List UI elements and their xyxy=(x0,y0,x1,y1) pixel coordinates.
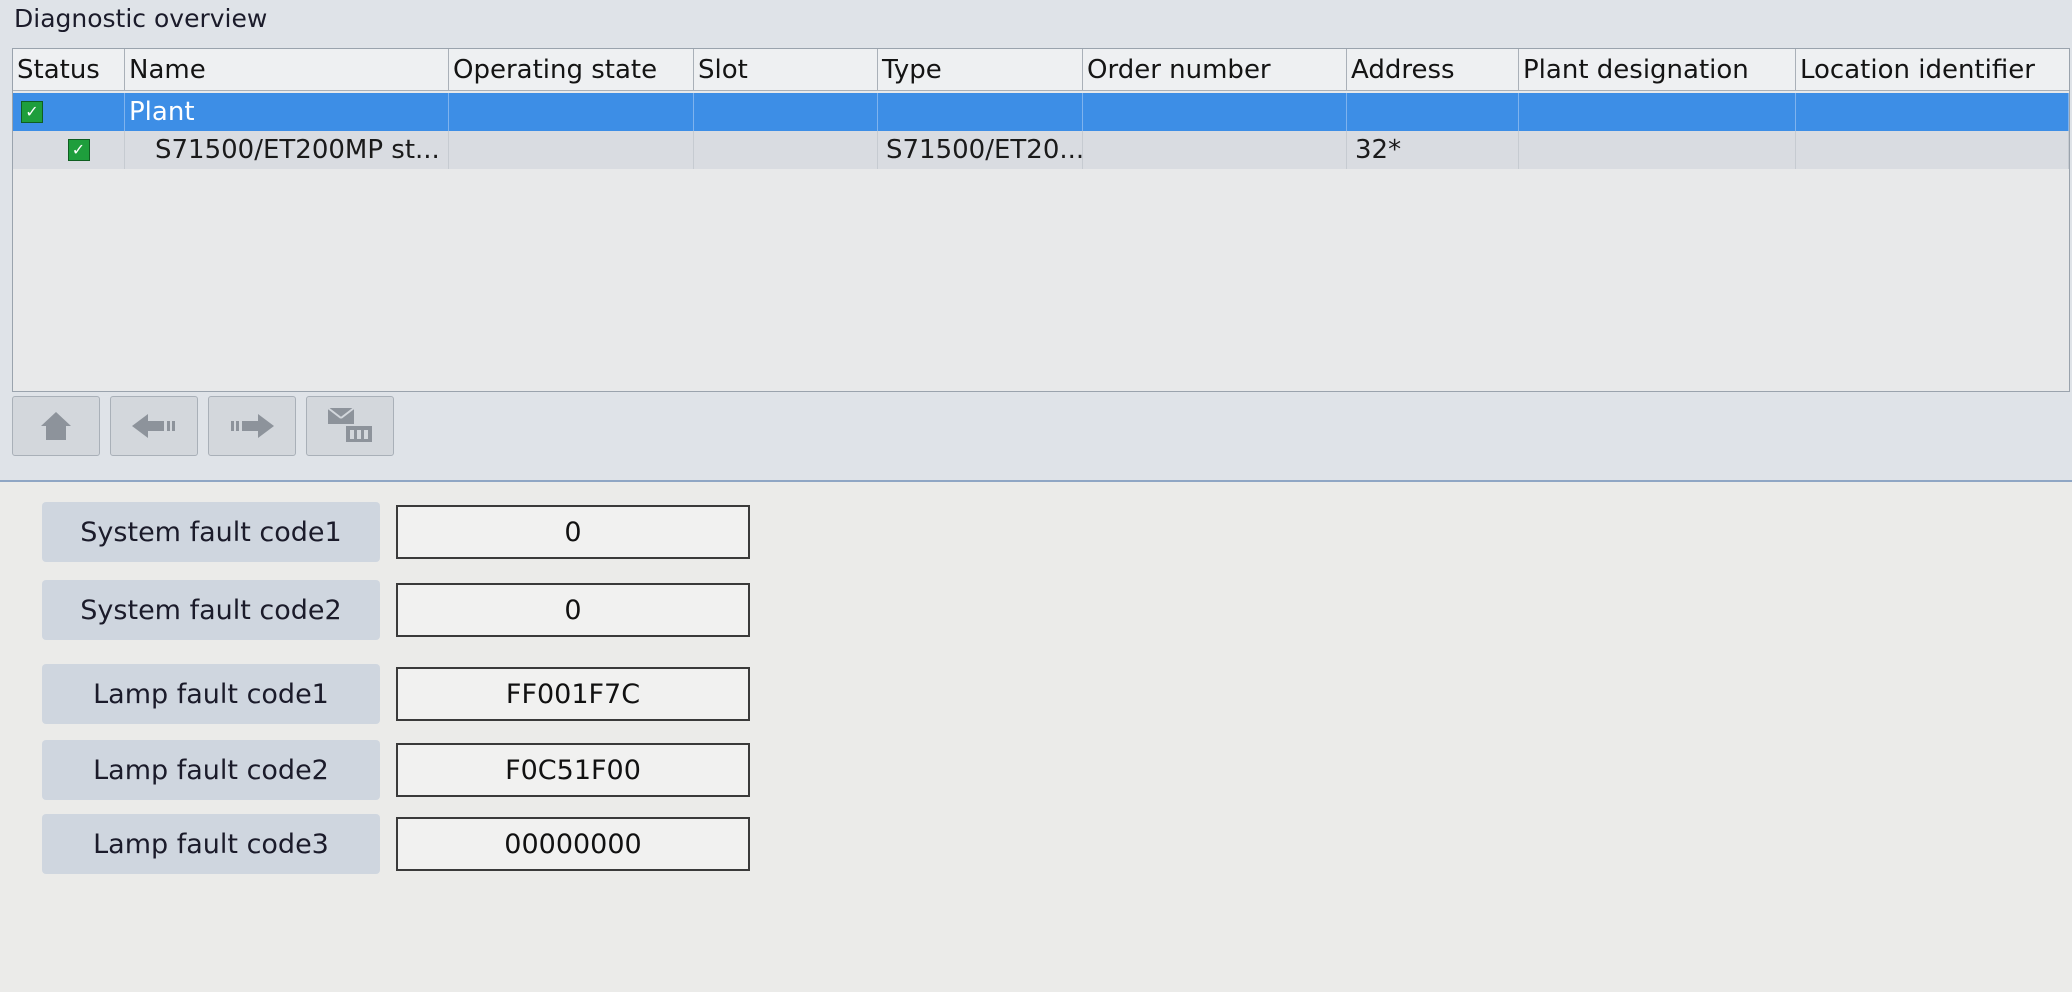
fault-row-lamp-2: Lamp fault code2 F0C51F00 xyxy=(42,740,750,800)
order-number-cell xyxy=(1083,131,1347,169)
system-fault-code2-value: 0 xyxy=(396,583,750,637)
table-row-plant[interactable]: ✓ Plant xyxy=(13,93,2069,131)
plant-designation-cell xyxy=(1519,131,1796,169)
diagnostic-table: Status Name Operating state Slot Type Or… xyxy=(12,48,2070,392)
address-cell: 32* xyxy=(1347,131,1519,169)
arrow-right-icon xyxy=(231,414,274,438)
location-identifier-cell xyxy=(1796,93,2069,131)
name-cell: S71500/ET200MP st... xyxy=(125,131,449,169)
lamp-fault-code2-value: F0C51F00 xyxy=(396,743,750,797)
lamp-fault-code1-value: FF001F7C xyxy=(396,667,750,721)
type-cell: S71500/ET20... xyxy=(878,131,1083,169)
location-identifier-cell xyxy=(1796,131,2069,169)
operating-state-cell xyxy=(449,93,694,131)
panel-title: Diagnostic overview xyxy=(14,4,268,33)
type-cell xyxy=(878,93,1083,131)
lamp-fault-code3-label: Lamp fault code3 xyxy=(42,814,380,874)
navigation-toolbar xyxy=(12,396,394,458)
status-cell: ✓ xyxy=(13,93,125,131)
lamp-fault-code3-value: 00000000 xyxy=(396,817,750,871)
fault-row-system-2: System fault code2 0 xyxy=(42,580,750,640)
forward-button[interactable] xyxy=(208,396,296,456)
plant-designation-cell xyxy=(1519,93,1796,131)
table-header: Status Name Operating state Slot Type Or… xyxy=(13,49,2069,91)
column-header-operating-state[interactable]: Operating state xyxy=(449,49,694,91)
status-ok-icon: ✓ xyxy=(67,139,90,161)
fault-row-system-1: System fault code1 0 xyxy=(42,502,750,562)
table-row-station[interactable]: ✓ S71500/ET200MP st... S71500/ET20... 32… xyxy=(13,131,2069,169)
status-cell: ✓ xyxy=(13,131,125,169)
column-header-location-identifier[interactable]: Location identifier xyxy=(1796,49,2069,91)
column-header-status[interactable]: Status xyxy=(13,49,125,91)
column-header-plant-designation[interactable]: Plant designation xyxy=(1519,49,1796,91)
diagnostic-overview-panel: Diagnostic overview Status Name Operatin… xyxy=(0,0,2072,482)
column-header-order-number[interactable]: Order number xyxy=(1083,49,1347,91)
slot-cell xyxy=(694,93,878,131)
fault-row-lamp-1: Lamp fault code1 FF001F7C xyxy=(42,664,750,724)
status-ok-icon: ✓ xyxy=(21,101,43,123)
back-button[interactable] xyxy=(110,396,198,456)
home-button[interactable] xyxy=(12,396,100,456)
name-cell: Plant xyxy=(125,93,449,131)
order-number-cell xyxy=(1083,93,1347,131)
lamp-fault-code2-label: Lamp fault code2 xyxy=(42,740,380,800)
system-fault-code2-label: System fault code2 xyxy=(42,580,380,640)
slot-cell xyxy=(694,131,878,169)
column-header-type[interactable]: Type xyxy=(878,49,1083,91)
address-cell xyxy=(1347,93,1519,131)
system-fault-code1-value: 0 xyxy=(396,505,750,559)
lamp-fault-code1-label: Lamp fault code1 xyxy=(42,664,380,724)
operating-state-cell xyxy=(449,131,694,169)
home-icon xyxy=(41,412,71,440)
column-header-slot[interactable]: Slot xyxy=(694,49,878,91)
arrow-left-icon xyxy=(132,414,175,438)
column-header-address[interactable]: Address xyxy=(1347,49,1519,91)
diagnostic-buffer-icon xyxy=(327,407,372,442)
diagnostic-buffer-button[interactable] xyxy=(306,396,394,456)
system-fault-code1-label: System fault code1 xyxy=(42,502,380,562)
fault-row-lamp-3: Lamp fault code3 00000000 xyxy=(42,814,750,874)
column-header-name[interactable]: Name xyxy=(125,49,449,91)
